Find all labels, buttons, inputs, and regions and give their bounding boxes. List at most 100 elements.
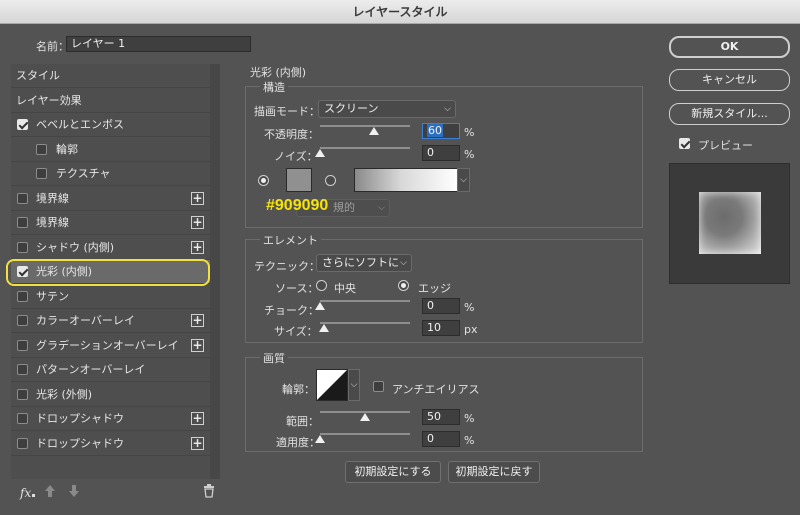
technique-select[interactable]: さらにソフトに ⌵: [316, 254, 412, 272]
choke-label: チョーク：: [264, 304, 319, 317]
cancel-button[interactable]: キャンセル: [669, 69, 790, 91]
source-center-label: 中央: [334, 282, 356, 295]
style-checkbox[interactable]: [17, 413, 28, 424]
style-list-item[interactable]: サテン: [11, 285, 210, 309]
size-slider-track[interactable]: [320, 322, 410, 324]
choke-slider-track[interactable]: [320, 300, 410, 302]
style-checkbox[interactable]: [17, 192, 28, 204]
style-list-item[interactable]: 光彩 (外側): [11, 383, 210, 407]
size-input[interactable]: 10: [422, 320, 460, 336]
new-style-button[interactable]: 新規スタイル...: [669, 103, 790, 125]
style-checkbox[interactable]: [36, 143, 47, 155]
preview-swatch: [699, 192, 761, 254]
gradient-mode-value: 規的: [333, 201, 355, 214]
style-list-item[interactable]: ベベルとエンボス: [11, 113, 210, 137]
style-list-item[interactable]: グラデーションオーバーレイ +: [11, 334, 210, 358]
add-effect-icon[interactable]: +: [191, 191, 204, 205]
size-unit: px: [464, 323, 478, 336]
source-center-radio[interactable]: [316, 280, 327, 291]
name-label: 名前：: [36, 40, 69, 53]
style-list-item[interactable]: ドロップシャドウ +: [11, 432, 210, 456]
add-effect-icon[interactable]: +: [191, 436, 204, 450]
preview-checkbox[interactable]: [679, 138, 690, 149]
range-slider-thumb[interactable]: [360, 413, 370, 421]
noise-slider-track[interactable]: [320, 147, 410, 149]
style-checkbox[interactable]: [17, 388, 28, 400]
style-list-item[interactable]: レイヤー効果: [11, 89, 210, 113]
color-annotation: #909090: [266, 197, 329, 214]
style-checkbox[interactable]: [17, 339, 28, 351]
choke-unit: %: [464, 301, 475, 314]
gradient-picker[interactable]: [354, 168, 458, 192]
style-list-item-label: シャドウ (内側): [36, 240, 115, 254]
style-list-item[interactable]: 輪郭: [11, 138, 210, 162]
opacity-input[interactable]: 60: [422, 123, 460, 139]
noise-input[interactable]: 0: [422, 145, 460, 161]
jitter-slider-thumb[interactable]: [315, 435, 325, 443]
noise-slider-thumb[interactable]: [315, 149, 325, 157]
style-list-item-label: 輪郭: [56, 142, 78, 156]
move-up-icon[interactable]: [44, 484, 56, 498]
style-list-item[interactable]: ドロップシャドウ +: [11, 407, 210, 431]
style-list-scrollbar[interactable]: [210, 64, 220, 479]
gradient-dropdown[interactable]: ⌵: [457, 168, 470, 192]
opacity-slider-track[interactable]: [320, 125, 410, 127]
quality-title: 画質: [260, 350, 288, 366]
choke-slider-thumb[interactable]: [315, 302, 325, 310]
reset-default-button[interactable]: 初期設定に戻す: [448, 461, 540, 483]
style-checkbox[interactable]: [17, 241, 28, 253]
antialias-label: アンチエイリアス: [392, 383, 480, 396]
style-list-item-label: テクスチャ: [56, 167, 111, 180]
style-checkbox[interactable]: [17, 315, 28, 326]
style-checkbox[interactable]: [17, 119, 28, 130]
range-unit: %: [464, 412, 475, 425]
style-checkbox[interactable]: [17, 217, 28, 228]
style-list-item[interactable]: カラーオーバーレイ +: [11, 309, 210, 333]
blend-mode-select[interactable]: スクリーン ⌵: [318, 100, 456, 118]
jitter-label: 適用度：: [276, 436, 320, 449]
style-list-item[interactable]: 境界線 +: [11, 187, 210, 211]
blend-mode-value: スクリーン: [324, 102, 379, 115]
style-list-item-label: ドロップシャドウ: [36, 412, 124, 425]
add-effect-icon[interactable]: +: [191, 216, 204, 229]
add-effect-icon[interactable]: +: [191, 240, 204, 254]
panel-title: 光彩 (内側): [250, 66, 307, 79]
contour-curve-icon: [317, 370, 347, 400]
source-edge-radio[interactable]: [398, 280, 409, 291]
style-list-item[interactable]: テクスチャ: [11, 162, 210, 186]
style-checkbox[interactable]: [36, 168, 47, 179]
gradient-radio[interactable]: [325, 175, 336, 186]
contour-picker[interactable]: [316, 369, 348, 401]
glow-color-swatch[interactable]: [286, 168, 312, 192]
make-default-button[interactable]: 初期設定にする: [345, 461, 441, 483]
add-effect-icon[interactable]: +: [191, 338, 204, 352]
solid-color-radio[interactable]: [258, 175, 269, 186]
contour-dropdown[interactable]: ⌵: [348, 369, 360, 401]
size-slider-thumb[interactable]: [318, 324, 329, 332]
blend-mode-label: 描画モード：: [254, 105, 320, 118]
trash-icon[interactable]: [203, 484, 215, 498]
choke-input[interactable]: 0: [422, 298, 460, 314]
style-list-item-label: ベベルとエンボス: [36, 118, 124, 131]
opacity-unit: %: [464, 126, 475, 139]
opacity-slider-thumb[interactable]: [369, 127, 379, 135]
add-effect-icon[interactable]: +: [191, 314, 204, 327]
style-checkbox[interactable]: [17, 437, 28, 449]
layer-name-input[interactable]: レイヤー 1: [66, 36, 251, 52]
style-list-item[interactable]: シャドウ (内側) +: [11, 236, 210, 260]
style-list-item[interactable]: パターンオーバーレイ: [11, 358, 210, 382]
style-checkbox[interactable]: [17, 290, 28, 302]
style-list-item-label: スタイル: [16, 69, 60, 82]
move-down-icon[interactable]: [68, 484, 80, 498]
jitter-input[interactable]: 0: [422, 431, 460, 447]
fx-icon[interactable]: fx: [20, 486, 31, 500]
style-list-item[interactable]: スタイル: [11, 64, 210, 88]
style-list-item[interactable]: 境界線 +: [11, 211, 210, 235]
jitter-slider-track[interactable]: [320, 433, 410, 435]
antialias-checkbox[interactable]: [373, 381, 384, 392]
style-checkbox[interactable]: [17, 364, 28, 375]
range-input[interactable]: 50: [422, 409, 460, 425]
add-effect-icon[interactable]: +: [191, 412, 204, 425]
ok-button[interactable]: OK: [669, 36, 790, 58]
chevron-down-icon: ⌵: [350, 380, 358, 390]
